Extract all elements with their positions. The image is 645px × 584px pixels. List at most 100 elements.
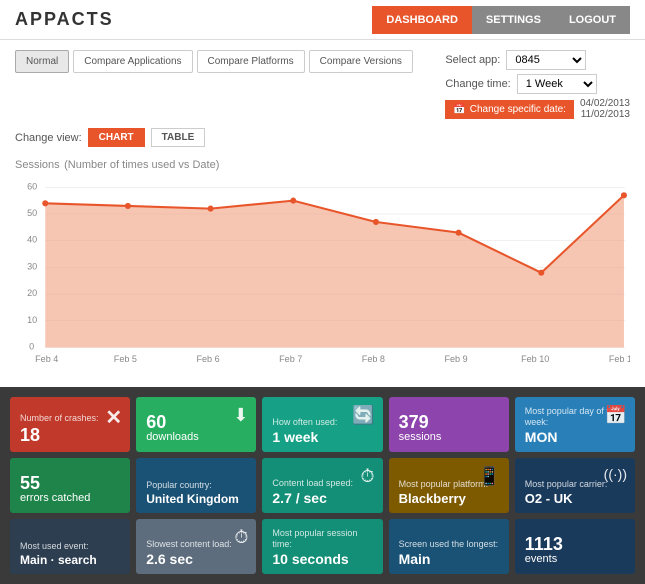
sessions-subtitle: (Number of times used vs Date) [64,159,219,171]
stat-load-speed: Content load speed: 2.7 / sec ⏱ [262,458,382,513]
signal-icon: ((·)) [604,466,627,482]
stat-carrier: Most popular carrier: O2 - UK ((·)) [515,458,635,513]
mode-compare-apps[interactable]: Compare Applications [73,50,192,73]
sessions-sub-label: sessions [399,431,499,444]
stats-row1: Number of crashes: 18 ✕ 60 downloads ⬇ H… [10,397,635,452]
events-label: events [525,553,625,566]
nav-buttons: DASHBOARD SETTINGS LOGOUT [372,6,630,34]
stat-country: Popular country: United Kingdom [136,458,256,513]
calendar-icon2: 📅 [605,405,627,426]
stat-popular-day: Most popular day of the week: MON 📅 [515,397,635,452]
date-row: 📅 Change specific date: 04/02/2013 11/02… [445,98,630,120]
nav-logout[interactable]: LOGOUT [555,6,630,34]
session-time-label: Most popular session time: [272,528,372,550]
sessions-value: 379 [399,413,499,431]
svg-text:30: 30 [27,261,37,271]
svg-text:Feb 7: Feb 7 [279,354,302,364]
country-value: United Kingdom [146,493,246,505]
svg-text:10: 10 [27,315,37,325]
crash-icon: ✕ [105,405,122,430]
session-time-value: 10 seconds [272,552,372,566]
app-select[interactable]: 0845 [506,50,586,70]
errors-value: 55 [20,474,120,492]
stat-errors: 55 errors catched [10,458,130,513]
chart-container: 60 50 40 30 20 10 0 [15,177,630,367]
mode-buttons: Normal Compare Applications Compare Plat… [15,50,413,73]
platform-value: Blackberry [399,492,499,505]
main-content: Normal Compare Applications Compare Plat… [0,40,645,387]
date-range: 04/02/2013 11/02/2013 [580,98,630,120]
change-time-label: Change time: [445,78,510,90]
country-label: Popular country: [146,480,246,491]
slowest-load-value: 2.6 sec [146,552,246,566]
stat-session-time: Most popular session time: 10 seconds [262,519,382,574]
svg-text:0: 0 [29,341,34,351]
svg-text:Feb 8: Feb 8 [362,354,385,364]
stat-crashes: Number of crashes: 18 ✕ [10,397,130,452]
slowest-load-label: Slowest content load: [146,539,246,550]
svg-text:Feb 5: Feb 5 [114,354,137,364]
stat-platform: Most popular platform: Blackberry 📱 [389,458,509,513]
change-date-label: Change specific date: [470,104,566,115]
stat-most-used-event: Most used event: Main · search [10,519,130,574]
popular-day-value: MON [525,430,625,444]
events-value: 1113 [525,535,625,553]
header: APPACTS DASHBOARD SETTINGS LOGOUT [0,0,645,40]
stats-row2: 55 errors catched Popular country: Unite… [10,458,635,513]
download-icon: ⬇ [233,405,248,426]
nav-dashboard[interactable]: DASHBOARD [372,6,472,34]
stat-events: 1113 events [515,519,635,574]
change-date-button[interactable]: 📅 Change specific date: [445,100,574,119]
mode-compare-versions[interactable]: Compare Versions [309,50,413,73]
view-toggle: Change view: CHART TABLE [15,128,630,147]
how-often-value: 1 week [272,430,372,444]
mode-compare-platforms[interactable]: Compare Platforms [197,50,305,73]
calendar-icon: 📅 [453,104,465,115]
load-speed-label: Content load speed: [272,478,372,489]
event-label: Most used event: [20,541,120,552]
stat-screen-longest: Screen used the longest: Main [389,519,509,574]
svg-text:40: 40 [27,235,37,245]
right-controls: Select app: 0845 Change time: 1 Week 📅 C… [445,50,630,120]
svg-text:Feb 11: Feb 11 [609,354,630,364]
svg-text:Feb 4: Feb 4 [35,354,58,364]
mode-normal[interactable]: Normal [15,50,69,73]
time-select-row: Change time: 1 Week [445,74,630,94]
stats-section: Number of crashes: 18 ✕ 60 downloads ⬇ H… [0,387,645,584]
stat-downloads: 60 downloads ⬇ [136,397,256,452]
errors-label: errors catched [20,492,120,505]
screen-longest-value: Main [399,552,499,566]
stat-sessions: 379 sessions [389,397,509,452]
sessions-label: Sessions [15,159,60,171]
select-app-label: Select app: [445,54,500,66]
app-select-row: Select app: 0845 [445,50,630,70]
load-speed-value: 2.7 / sec [272,491,372,505]
stats-row3: Most used event: Main · search Slowest c… [10,519,635,574]
date-end: 11/02/2013 [580,109,630,120]
view-toggle-label: Change view: [15,132,82,144]
stat-how-often: How often used: 1 week 🔄 [262,397,382,452]
svg-text:Feb 10: Feb 10 [521,354,549,364]
svg-text:60: 60 [27,181,37,191]
downloads-label: downloads [146,431,246,444]
logo: APPACTS [15,9,114,30]
timer-icon: ⏱ [361,466,375,487]
phone-icon: 📱 [478,466,500,487]
svg-text:Feb 9: Feb 9 [444,354,467,364]
carrier-value: O2 - UK [525,492,625,505]
sessions-chart: 60 50 40 30 20 10 0 [15,177,630,367]
refresh-icon: 🔄 [352,405,374,426]
event-value: Main · search [20,554,120,566]
svg-text:50: 50 [27,208,37,218]
timer2-icon: ⏱ [234,527,248,548]
time-select[interactable]: 1 Week [517,74,597,94]
chart-view-button[interactable]: CHART [88,128,145,147]
toolbar: Normal Compare Applications Compare Plat… [15,50,630,120]
date-start: 04/02/2013 [580,98,630,109]
screen-longest-label: Screen used the longest: [399,539,499,550]
sessions-title: Sessions (Number of times used vs Date) [15,155,630,173]
stat-slowest-load: Slowest content load: 2.6 sec ⏱ [136,519,256,574]
svg-text:Feb 6: Feb 6 [196,354,219,364]
nav-settings[interactable]: SETTINGS [472,6,555,34]
table-view-button[interactable]: TABLE [151,128,206,147]
